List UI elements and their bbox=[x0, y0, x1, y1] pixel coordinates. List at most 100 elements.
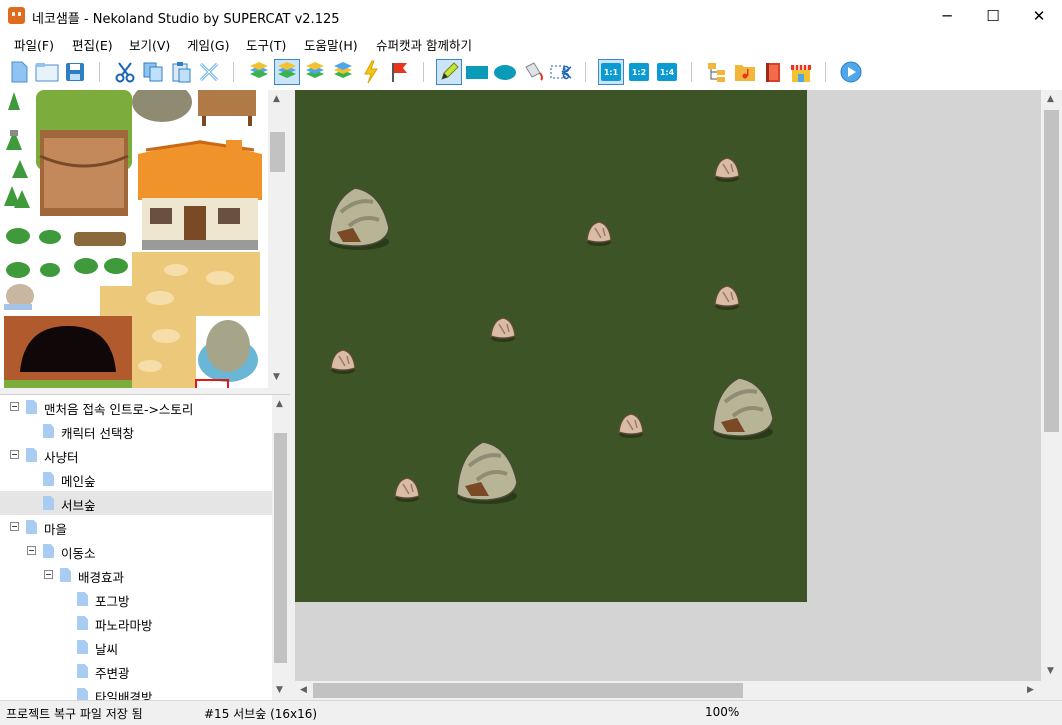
big-rock[interactable] bbox=[327, 186, 391, 252]
tileset-scrollbar[interactable]: ▲ ▼ bbox=[268, 90, 287, 388]
map-objects[interactable] bbox=[295, 90, 807, 602]
panel-splitter[interactable] bbox=[0, 388, 290, 395]
close-button[interactable]: ✕ bbox=[1016, 0, 1062, 31]
pencil-icon[interactable] bbox=[436, 59, 462, 85]
play-icon[interactable] bbox=[838, 59, 864, 85]
layer-3-icon[interactable] bbox=[330, 59, 356, 85]
layer-2-icon[interactable] bbox=[302, 59, 328, 85]
collapse-icon[interactable] bbox=[10, 402, 19, 411]
map-vertical-scrollbar[interactable]: ▲ ▼ bbox=[1041, 90, 1062, 681]
document-icon bbox=[43, 424, 54, 438]
map-hscroll-thumb[interactable] bbox=[313, 683, 743, 698]
toolbar-separator bbox=[99, 62, 100, 82]
document-icon bbox=[77, 640, 88, 654]
map-tree-icon[interactable] bbox=[704, 59, 730, 85]
small-rock[interactable] bbox=[618, 413, 644, 439]
minimize-button[interactable]: ─ bbox=[924, 0, 970, 31]
tree-item-fog-room[interactable]: 포그방 bbox=[0, 587, 272, 611]
toolbar-separator bbox=[233, 62, 234, 82]
tree-item-intro[interactable]: 맨처음 접속 인트로->스토리 bbox=[0, 395, 272, 419]
map-horizontal-scrollbar[interactable]: ◀ ▶ bbox=[295, 681, 1041, 700]
tree-item-main-forest[interactable]: 메인숲 bbox=[0, 467, 272, 491]
tileset-palette[interactable] bbox=[0, 90, 268, 388]
tree-item-character-select[interactable]: 캐릭터 선택창 bbox=[0, 419, 272, 443]
small-rock[interactable] bbox=[714, 285, 740, 311]
cut-icon[interactable] bbox=[112, 59, 138, 85]
scroll-left-arrow[interactable]: ◀ bbox=[300, 685, 307, 695]
ellipse-icon[interactable] bbox=[492, 59, 518, 85]
tree-scrollbar[interactable]: ▲ ▼ bbox=[272, 395, 289, 700]
start-point-icon[interactable] bbox=[386, 59, 412, 85]
open-folder-icon[interactable] bbox=[34, 59, 60, 85]
map-vscroll-thumb[interactable] bbox=[1044, 110, 1059, 432]
tree-item-tile-bg-room[interactable]: 타일배경방 bbox=[0, 683, 272, 700]
tileset-scroll-thumb[interactable] bbox=[270, 132, 285, 172]
new-file-icon[interactable] bbox=[6, 59, 32, 85]
collapse-icon[interactable] bbox=[27, 546, 36, 555]
copy-icon[interactable] bbox=[140, 59, 166, 85]
maximize-button[interactable]: ☐ bbox=[970, 0, 1016, 31]
zoom-1-2-icon[interactable]: 1:2 bbox=[626, 59, 652, 85]
collapse-icon[interactable] bbox=[44, 570, 53, 579]
document-icon bbox=[77, 688, 88, 700]
zoom-1-1-icon[interactable]: 1:1 bbox=[598, 59, 624, 85]
tileset-image[interactable] bbox=[0, 90, 268, 388]
zoom-1-4-icon[interactable]: 1:4 bbox=[654, 59, 680, 85]
sound-folder-icon[interactable] bbox=[732, 59, 758, 85]
layer-1-icon[interactable] bbox=[274, 59, 300, 85]
paste-icon[interactable] bbox=[168, 59, 194, 85]
scroll-up-arrow[interactable]: ▲ bbox=[1047, 94, 1054, 104]
rectangle-icon[interactable] bbox=[464, 59, 490, 85]
small-rock[interactable] bbox=[394, 477, 420, 503]
tree-item-label: 날씨 bbox=[95, 642, 119, 657]
tree-item-hunting-ground[interactable]: 사냥터 bbox=[0, 443, 272, 467]
small-rock[interactable] bbox=[490, 317, 516, 343]
tree-item-weather[interactable]: 날씨 bbox=[0, 635, 272, 659]
menu-game[interactable]: 게임(G) bbox=[187, 35, 229, 54]
scroll-corner bbox=[1041, 681, 1062, 700]
big-rock[interactable] bbox=[711, 376, 775, 442]
collapse-icon[interactable] bbox=[10, 522, 19, 531]
scroll-up-arrow[interactable]: ▲ bbox=[276, 399, 283, 409]
window-title: 네코샘플 - Nekoland Studio by SUPERCAT v2.12… bbox=[32, 12, 340, 27]
select-icon[interactable] bbox=[548, 59, 574, 85]
tree-item-label: 캐릭터 선택창 bbox=[61, 426, 134, 441]
tree-item-ambient-light[interactable]: 주변광 bbox=[0, 659, 272, 683]
menu-tools[interactable]: 도구(T) bbox=[246, 35, 286, 54]
menu-help[interactable]: 도움말(H) bbox=[304, 35, 358, 54]
resource-book-icon[interactable] bbox=[760, 59, 786, 85]
tree-item-bg-effects[interactable]: 배경효과 bbox=[0, 563, 272, 587]
menu-edit[interactable]: 편집(E) bbox=[72, 35, 113, 54]
big-rock[interactable] bbox=[455, 440, 519, 506]
tree-item-panorama-room[interactable]: 파노라마방 bbox=[0, 611, 272, 635]
small-rock[interactable] bbox=[714, 157, 740, 183]
event-icon[interactable] bbox=[358, 59, 384, 85]
scroll-down-arrow[interactable]: ▼ bbox=[1047, 666, 1054, 676]
delete-icon[interactable] bbox=[196, 59, 222, 85]
menu-file[interactable]: 파일(F) bbox=[14, 35, 54, 54]
toolbar-separator bbox=[691, 62, 692, 82]
small-rock[interactable] bbox=[586, 221, 612, 247]
app-cat-icon[interactable] bbox=[8, 7, 25, 24]
tree-item-village[interactable]: 마을 bbox=[0, 515, 272, 539]
map-tree[interactable]: 맨처음 접속 인트로->스토리 캐릭터 선택창 사냥터 메인숲 서브숲 마을 이… bbox=[0, 395, 272, 700]
scroll-up-arrow[interactable]: ▲ bbox=[273, 94, 280, 104]
map-canvas[interactable] bbox=[295, 90, 807, 602]
menu-with-supercat[interactable]: 슈퍼캣과 함께하기 bbox=[376, 35, 472, 54]
tree-scroll-thumb[interactable] bbox=[274, 433, 287, 663]
tree-item-label: 메인숲 bbox=[61, 474, 96, 489]
shop-icon[interactable] bbox=[788, 59, 814, 85]
tree-item-teleport[interactable]: 이동소 bbox=[0, 539, 272, 563]
zoom-1-4-label: 1:4 bbox=[657, 63, 677, 81]
small-rock[interactable] bbox=[330, 349, 356, 375]
fill-icon[interactable] bbox=[520, 59, 546, 85]
menu-view[interactable]: 보기(V) bbox=[129, 35, 170, 54]
layer-all-icon[interactable] bbox=[246, 59, 272, 85]
scroll-right-arrow[interactable]: ▶ bbox=[1027, 685, 1034, 695]
scroll-down-arrow[interactable]: ▼ bbox=[276, 685, 283, 695]
tree-item-sub-forest[interactable]: 서브숲 bbox=[0, 491, 272, 515]
collapse-icon[interactable] bbox=[10, 450, 19, 459]
toolbar-separator bbox=[423, 62, 424, 82]
save-icon[interactable] bbox=[62, 59, 88, 85]
scroll-down-arrow[interactable]: ▼ bbox=[273, 372, 280, 382]
